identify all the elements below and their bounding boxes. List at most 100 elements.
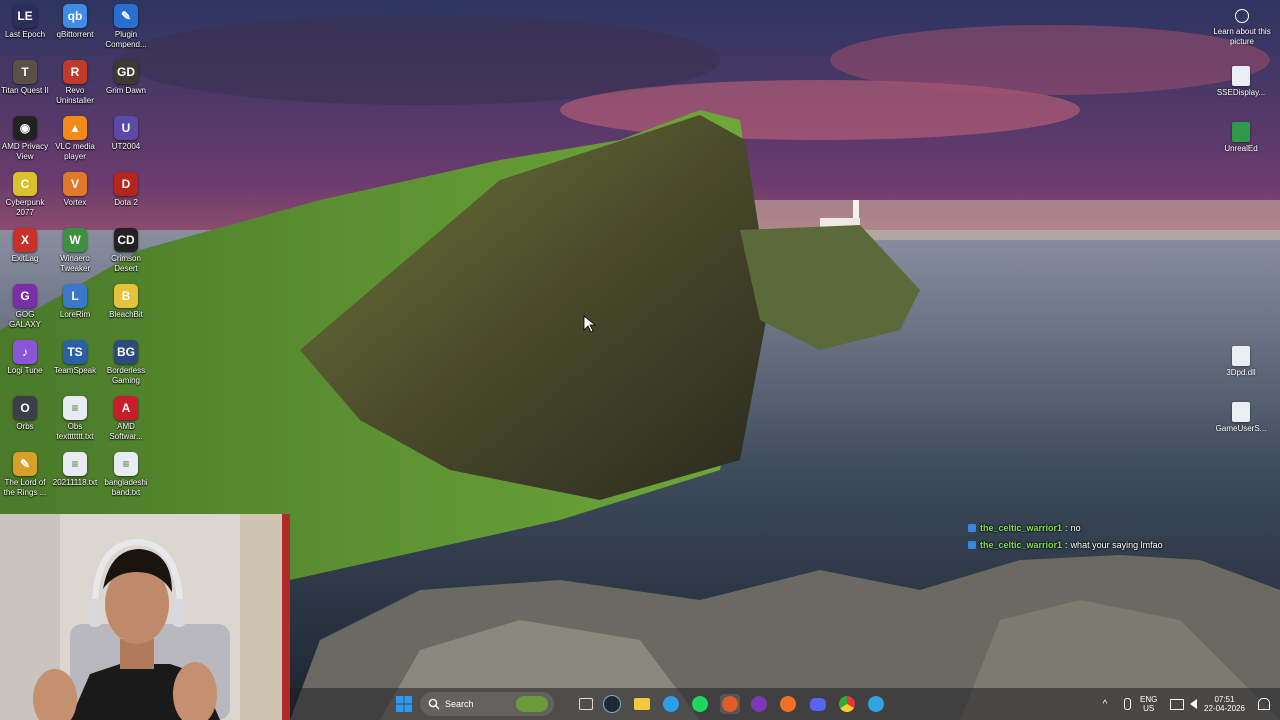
- search-label: Search: [445, 699, 474, 709]
- learn-about-label: Learn about this picture: [1213, 27, 1271, 46]
- desktop-icon[interactable]: ≡ Obs texttttttt.txt: [50, 392, 100, 442]
- amd-privacy-icon: ◉: [13, 116, 37, 140]
- desktop-icon[interactable]: O Orbs: [0, 392, 50, 432]
- desktop-icon[interactable]: UnrealEd: [1211, 116, 1271, 154]
- desktop-icon[interactable]: G GOG GALAXY: [0, 280, 50, 330]
- desktop-icon[interactable]: ♪ Logi Tune: [0, 336, 50, 376]
- microphone-icon[interactable]: [1117, 694, 1137, 714]
- edge-icon[interactable]: [661, 694, 681, 714]
- desktop-icon-label: Winaero Tweaker: [59, 254, 91, 273]
- desktop-icon[interactable]: ✎ Plugin Compend...: [101, 0, 151, 50]
- region-code: US: [1143, 704, 1155, 713]
- desktop-icon[interactable]: X ExitLag: [0, 224, 50, 264]
- crimson-desert-icon: CD: [114, 228, 138, 252]
- desktop-icon-label: Logi Tune: [7, 366, 43, 375]
- cyberpunk-icon: C: [13, 172, 37, 196]
- obs-icon[interactable]: [720, 694, 740, 714]
- chat-text: what your saying lmfao: [1070, 539, 1163, 550]
- desktop-icon-label: Crimson Desert: [111, 254, 141, 273]
- start-icon[interactable]: [394, 694, 414, 714]
- desktop-icon-label: AMD Privacy View: [1, 142, 49, 161]
- desktop-icon-label: qBittorrent: [56, 30, 94, 39]
- spotify-icon[interactable]: [690, 694, 710, 714]
- file-explorer-icon[interactable]: [632, 694, 652, 714]
- desktop-icon[interactable]: ✎ The Lord of the Rings ...: [0, 448, 50, 498]
- desktop-icon-label: TeamSpeak: [53, 366, 97, 375]
- taskbar-search-box[interactable]: Search: [420, 692, 554, 716]
- desktop-icon[interactable]: GD Grim Dawn: [101, 56, 151, 96]
- camera-icon: [1235, 9, 1249, 23]
- desktop-icon[interactable]: B BleachBit: [101, 280, 151, 320]
- orbs-icon: O: [13, 396, 37, 420]
- vortex-icon: V: [63, 172, 87, 196]
- desktop-icon[interactable]: ≡ bangladeshi band.txt: [101, 448, 151, 498]
- last-epoch-icon: LE: [13, 4, 37, 28]
- borderless-icon: BG: [114, 340, 138, 364]
- desktop-icon-label: UnrealEd: [1224, 144, 1258, 153]
- desktop-icon[interactable]: ◉ AMD Privacy View: [0, 112, 50, 162]
- desktop-icon[interactable]: GameUserS...: [1211, 396, 1271, 434]
- discord-icon[interactable]: [808, 694, 828, 714]
- desktop-icon[interactable]: D Dota 2: [101, 168, 151, 208]
- desktop-icon-label: AMD Softwar...: [109, 422, 143, 441]
- desktop-icon-label: Grim Dawn: [105, 86, 146, 95]
- desktop-icon[interactable]: SSEDisplay...: [1211, 60, 1271, 98]
- language-code: ENG: [1140, 695, 1158, 704]
- app-icon[interactable]: [749, 694, 769, 714]
- desktop-icon[interactable]: C Cyberpunk 2077: [0, 168, 50, 218]
- chevron-up-icon[interactable]: ^: [1095, 694, 1115, 714]
- vlc-icon: ▲: [63, 116, 87, 140]
- desktop-icon-label: UT2004: [111, 142, 141, 151]
- desktop-icon[interactable]: U UT2004: [101, 112, 151, 152]
- desktop-icon[interactable]: ≡ 20211118.txt: [50, 448, 100, 488]
- desktop-icon[interactable]: T Titan Quest II: [0, 56, 50, 96]
- webcam-overlay: [0, 514, 290, 720]
- desktop-icon-label: Borderless Gaming: [106, 366, 146, 385]
- amd-software-icon: A: [114, 396, 138, 420]
- dota-icon: D: [114, 172, 138, 196]
- search-icon: [428, 698, 440, 710]
- desktop-icon-label: Revo Uninstaller: [56, 86, 94, 105]
- dll-file-icon: [1232, 346, 1250, 366]
- desktop-icon[interactable]: ▲ VLC media player: [50, 112, 100, 162]
- firefox-icon[interactable]: [778, 694, 798, 714]
- desktop-icon[interactable]: L LoreRim: [50, 280, 100, 320]
- desktop-icon-label: LoreRim: [59, 310, 91, 319]
- desktop-icon[interactable]: LE Last Epoch: [0, 0, 50, 40]
- desktop-icon-label: ExitLag: [11, 254, 39, 263]
- desktop-icon[interactable]: TS TeamSpeak: [50, 336, 100, 376]
- learn-about-picture[interactable]: Learn about this picture: [1212, 6, 1272, 47]
- desktop-icon[interactable]: CD Crimson Desert: [101, 224, 151, 274]
- teamspeak-icon: TS: [63, 340, 87, 364]
- desktop-icon[interactable]: 3Dpd.dll: [1211, 340, 1271, 378]
- language-indicator[interactable]: ENG US: [1140, 695, 1157, 713]
- desktop-icon[interactable]: BG Borderless Gaming: [101, 336, 151, 386]
- desktop-icon[interactable]: R Revo Uninstaller: [50, 56, 100, 106]
- desktop-icon-label: BleachBit: [109, 310, 143, 319]
- desktop-icon-label: Titan Quest II: [1, 86, 49, 95]
- desktop-icon-label: Plugin Compend...: [105, 30, 147, 49]
- volume-icon[interactable]: [1183, 694, 1203, 714]
- clock-date: 22-04-2026: [1204, 704, 1245, 713]
- desktop-icon[interactable]: V Vortex: [50, 168, 100, 208]
- chat-separator: :: [1065, 522, 1068, 533]
- plugin-icon: ✎: [114, 4, 138, 28]
- chrome-icon[interactable]: [837, 694, 857, 714]
- notification-bell-icon[interactable]: [1254, 694, 1274, 714]
- desktop-icon-label: Dota 2: [114, 198, 138, 207]
- lorerim-icon: L: [63, 284, 87, 308]
- telegram-icon[interactable]: [866, 694, 886, 714]
- file-icon: [1232, 66, 1250, 86]
- clock[interactable]: 07:51 22-04-2026: [1204, 695, 1245, 713]
- desktop-icon[interactable]: A AMD Softwar...: [101, 392, 151, 442]
- unrealed-icon: [1232, 122, 1250, 142]
- desktop-icon[interactable]: qb qBittorrent: [50, 0, 100, 40]
- desktop-icon-label: Cyberpunk 2077: [5, 198, 45, 217]
- text-file-icon: ≡: [63, 452, 87, 476]
- desktop-icon[interactable]: W Winaero Tweaker: [50, 224, 100, 274]
- desktop-icon-label: bangladeshi band.txt: [104, 478, 148, 497]
- steam-icon[interactable]: [602, 694, 622, 714]
- task-view-icon[interactable]: [576, 694, 596, 714]
- chat-message: the_celtic_warrior1: what your saying lmf…: [968, 536, 1268, 553]
- chat-text: no: [1070, 522, 1081, 533]
